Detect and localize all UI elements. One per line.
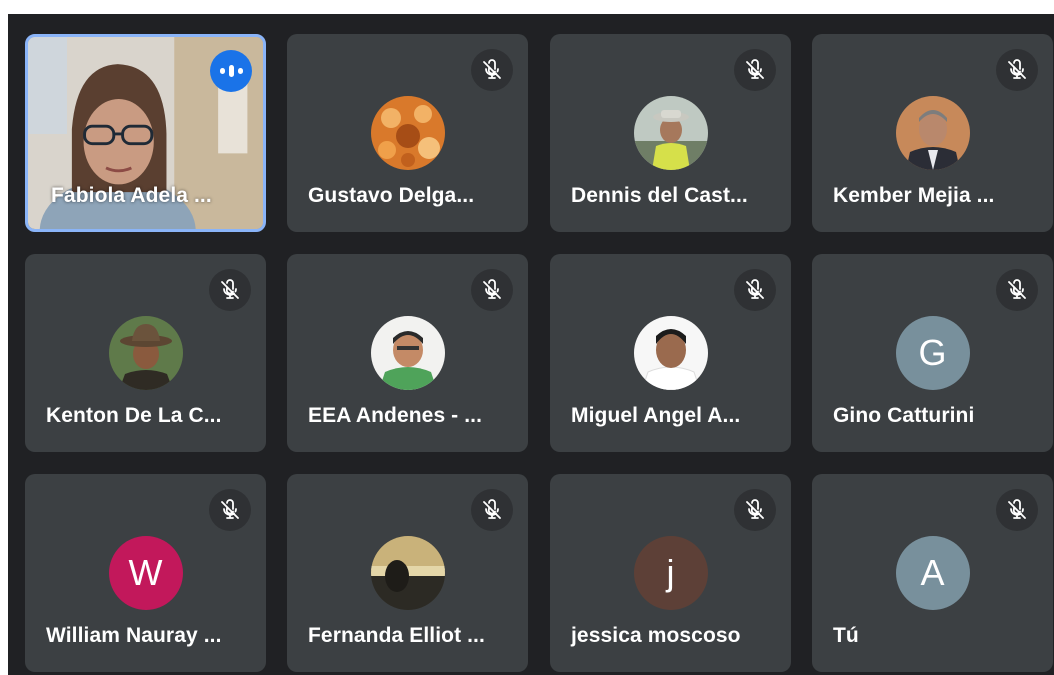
participant-name: Kember Mejia ... (833, 184, 995, 207)
participant-avatar (370, 316, 445, 390)
participant-name: William Nauray ... (46, 624, 222, 647)
mic-off-icon (996, 269, 1038, 311)
mic-off-icon (471, 269, 513, 311)
participant-tile[interactable]: EEA Andenes - ... (287, 254, 528, 452)
mic-off-icon (209, 489, 251, 531)
meeting-grid: Fabiola Adela ... Gustavo Delga... Denni… (8, 14, 1054, 675)
participant-tile[interactable]: Dennis del Cast... (550, 34, 791, 232)
participant-tile[interactable]: Fernanda Elliot ... (287, 474, 528, 672)
participant-name: EEA Andenes - ... (308, 404, 483, 427)
participant-avatar: j (633, 536, 708, 610)
mic-off-icon (996, 49, 1038, 91)
participant-name: Gino Catturini (833, 404, 975, 427)
participant-avatar (895, 96, 970, 170)
participant-tile[interactable]: A Tú (812, 474, 1053, 672)
participant-name: jessica moscoso (571, 624, 741, 647)
participant-avatar: W (108, 536, 183, 610)
participant-name: Kenton De La C... (46, 404, 222, 427)
participant-avatar: G (895, 316, 970, 390)
mic-off-icon (734, 489, 776, 531)
participant-tile[interactable]: W William Nauray ... (25, 474, 266, 672)
participant-avatar (633, 316, 708, 390)
participant-tile[interactable]: Kenton De La C... (25, 254, 266, 452)
participant-tile[interactable]: G Gino Catturini (812, 254, 1053, 452)
participant-name: Dennis del Cast... (571, 184, 748, 207)
participant-avatar (370, 96, 445, 170)
participant-name: Fernanda Elliot ... (308, 624, 485, 647)
mic-off-icon (209, 269, 251, 311)
participant-tile[interactable]: Kember Mejia ... (812, 34, 1053, 232)
mic-off-icon (471, 49, 513, 91)
participant-tile[interactable]: Gustavo Delga... (287, 34, 528, 232)
speaking-indicator-icon (210, 50, 252, 92)
mic-off-icon (734, 49, 776, 91)
participant-tile[interactable]: Miguel Angel A... (550, 254, 791, 452)
participant-tile[interactable]: Fabiola Adela ... (25, 34, 266, 232)
participant-name: Miguel Angel A... (571, 404, 741, 427)
mic-off-icon (996, 489, 1038, 531)
mic-off-icon (734, 269, 776, 311)
participant-avatar: A (895, 536, 970, 610)
participant-name: Tú (833, 624, 859, 647)
participant-name: Fabiola Adela ... (51, 184, 212, 207)
participant-avatar (370, 536, 445, 610)
participant-avatar (633, 96, 708, 170)
participant-avatar (108, 316, 183, 390)
participant-tile[interactable]: j jessica moscoso (550, 474, 791, 672)
participant-name: Gustavo Delga... (308, 184, 475, 207)
mic-off-icon (471, 489, 513, 531)
